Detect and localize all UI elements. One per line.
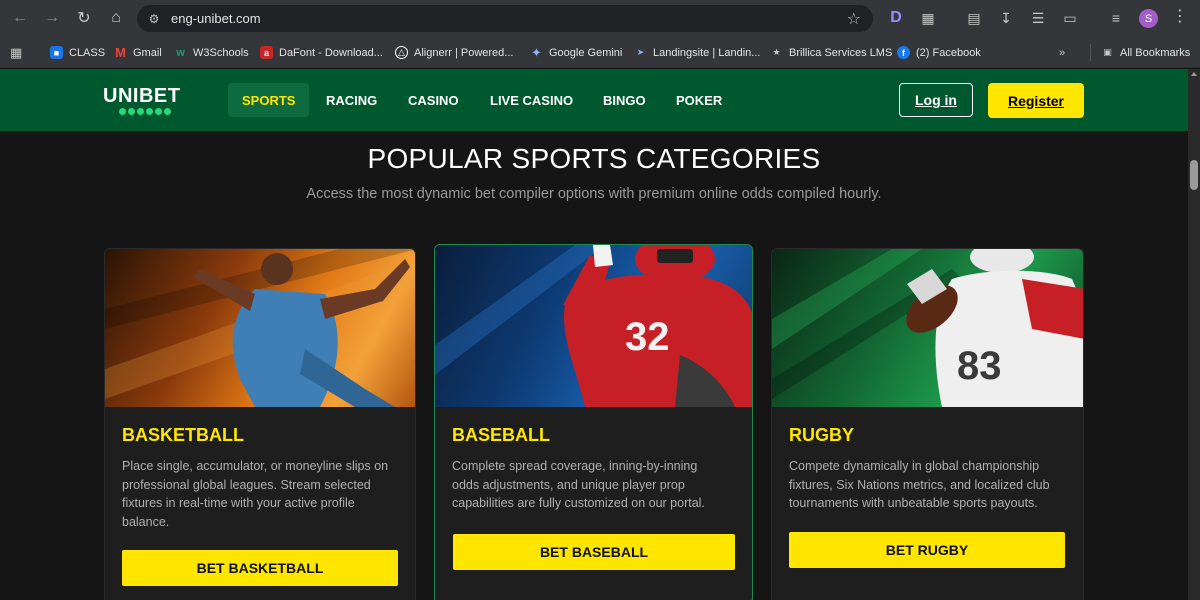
tab-search-icon[interactable]: ≡ <box>1104 6 1128 30</box>
forward-arrow-icon[interactable]: → <box>37 3 67 33</box>
card-rugby: 83 RUGBY Compete dynamically in global c… <box>771 248 1084 600</box>
landingsite-icon: ➤ <box>636 47 645 57</box>
bookmark-gemini[interactable]: ✦ Google Gemini <box>530 44 622 61</box>
home-icon[interactable]: ⌂ <box>101 3 131 33</box>
bookmark-label: DaFont - Download... <box>279 46 383 59</box>
bookmarks-bar: ▦ ■ CLASS M Gmail w W3Schools a DaFont -… <box>0 37 1200 68</box>
bookmark-class[interactable]: ■ CLASS <box>50 44 105 61</box>
apps-grid-icon[interactable]: ▦ <box>10 45 22 61</box>
bookmark-brillica[interactable]: ★ Brillica Services LMS <box>770 44 892 61</box>
page-scrollbar[interactable] <box>1188 69 1200 600</box>
alignerr-icon: △ <box>395 46 408 59</box>
reload-icon[interactable]: ↻ <box>69 3 99 33</box>
bookmark-label: Google Gemini <box>549 46 623 59</box>
facebook-icon: f <box>897 46 910 59</box>
bookmark-gmail[interactable]: M Gmail <box>114 44 162 61</box>
bookmark-label: (2) Facebook <box>916 46 981 59</box>
profile-avatar[interactable]: S <box>1139 9 1158 28</box>
logo-dots <box>119 108 171 115</box>
bookmark-landingsite[interactable]: ➤ Landingsite | Landin... <box>634 44 761 61</box>
card-title: BASKETBALL <box>122 425 244 445</box>
url-text[interactable]: eng-unibet.com <box>171 11 261 26</box>
jersey-number: 32 <box>625 315 670 359</box>
card-basketball: BASKETBALL Place single, accumulator, or… <box>104 248 416 600</box>
bookmark-dafont[interactable]: a DaFont - Download... <box>260 44 383 61</box>
section-subtitle: Access the most dynamic bet compiler opt… <box>306 186 882 202</box>
w3schools-icon: w <box>176 46 185 59</box>
scroll-up-arrow-icon[interactable] <box>1191 72 1197 76</box>
nav-bingo[interactable]: BINGO <box>603 83 646 117</box>
bookmark-label: Landingsite | Landin... <box>653 46 761 59</box>
bookmark-alignerr[interactable]: △ Alignerr | Powered... <box>395 44 513 61</box>
dafont-icon: a <box>260 46 273 59</box>
unibet-logo[interactable]: UNIBET <box>103 85 180 108</box>
card-description: Place single, accumulator, or moneyline … <box>122 459 389 529</box>
nav-racing[interactable]: RACING <box>326 83 377 117</box>
bookmark-label: Alignerr | Powered... <box>414 46 514 59</box>
scrollbar-thumb[interactable] <box>1190 160 1198 190</box>
nav-casino[interactable]: CASINO <box>408 83 459 117</box>
login-button[interactable]: Log in <box>899 83 973 117</box>
folder-icon: ▣ <box>1103 47 1112 57</box>
address-bar[interactable]: ⚙ eng-unibet.com ☆ <box>137 5 873 32</box>
extension-d-icon[interactable]: D <box>884 6 908 30</box>
back-arrow-icon[interactable]: ← <box>5 3 35 33</box>
reading-list-icon[interactable]: ☰ <box>1026 6 1050 30</box>
brillica-icon: ★ <box>772 47 781 57</box>
site-settings-icon[interactable]: ⚙ <box>141 12 167 26</box>
rugby-player-image: 83 <box>772 249 1083 407</box>
card-title: RUGBY <box>789 425 855 445</box>
bookmark-label: Brillica Services LMS <box>789 46 893 59</box>
download-icon[interactable]: ↧ <box>994 6 1018 30</box>
section-title: POPULAR SPORTS CATEGORIES <box>367 143 821 174</box>
google-classroom-icon: ■ <box>50 46 63 59</box>
bookmark-w3schools[interactable]: w W3Schools <box>174 44 249 61</box>
bet-rugby-button[interactable]: BET RUGBY <box>789 532 1065 568</box>
cast-icon[interactable]: ▭ <box>1058 6 1082 30</box>
bookmark-star-icon[interactable]: ☆ <box>847 9 861 29</box>
reading-mode-icon[interactable]: ▤ <box>962 6 986 30</box>
card-title: BASEBALL <box>452 425 550 445</box>
nav-live-casino[interactable]: LIVE CASINO <box>490 83 573 117</box>
gemini-icon: ✦ <box>531 44 542 60</box>
bookmark-label: CLASS <box>69 46 106 59</box>
all-bookmarks[interactable]: ▣ All Bookmarks <box>1090 44 1190 61</box>
card-description: Complete spread coverage, inning-by-inni… <box>452 459 705 510</box>
bookmark-label: Gmail <box>133 46 162 59</box>
gmail-icon: M <box>115 45 126 60</box>
bookmark-label: W3Schools <box>193 46 249 59</box>
bet-baseball-button[interactable]: BET BASEBALL <box>453 534 735 570</box>
site-header: UNIBET SPORTS RACING CASINO LIVE CASINO … <box>0 69 1188 131</box>
bet-basketball-button[interactable]: BET BASKETBALL <box>122 550 398 586</box>
extensions-puzzle-icon[interactable]: ▦ <box>916 6 940 30</box>
menu-dots-icon[interactable]: ⋮ <box>1172 6 1188 26</box>
card-baseball: 32 BASEBALL Complete spread coverage, in… <box>434 244 753 600</box>
register-button[interactable]: Register <box>988 83 1084 118</box>
jersey-number: 83 <box>957 344 1002 388</box>
basketball-player-image <box>105 249 415 407</box>
all-bookmarks-label: All Bookmarks <box>1120 46 1191 59</box>
card-description: Compete dynamically in global championsh… <box>789 459 1050 510</box>
bookmarks-overflow-chevron-icon[interactable]: » <box>1059 44 1065 61</box>
nav-poker[interactable]: POKER <box>676 83 722 117</box>
bookmark-facebook[interactable]: f (2) Facebook <box>897 44 981 61</box>
nav-sports[interactable]: SPORTS <box>228 83 310 117</box>
browser-toolbar: ← → ↻ ⌂ ⚙ eng-unibet.com ☆ D ▦ ▤ ↧ ☰ ▭ ≡… <box>0 0 1200 37</box>
baseball-player-image: 32 <box>435 245 752 407</box>
